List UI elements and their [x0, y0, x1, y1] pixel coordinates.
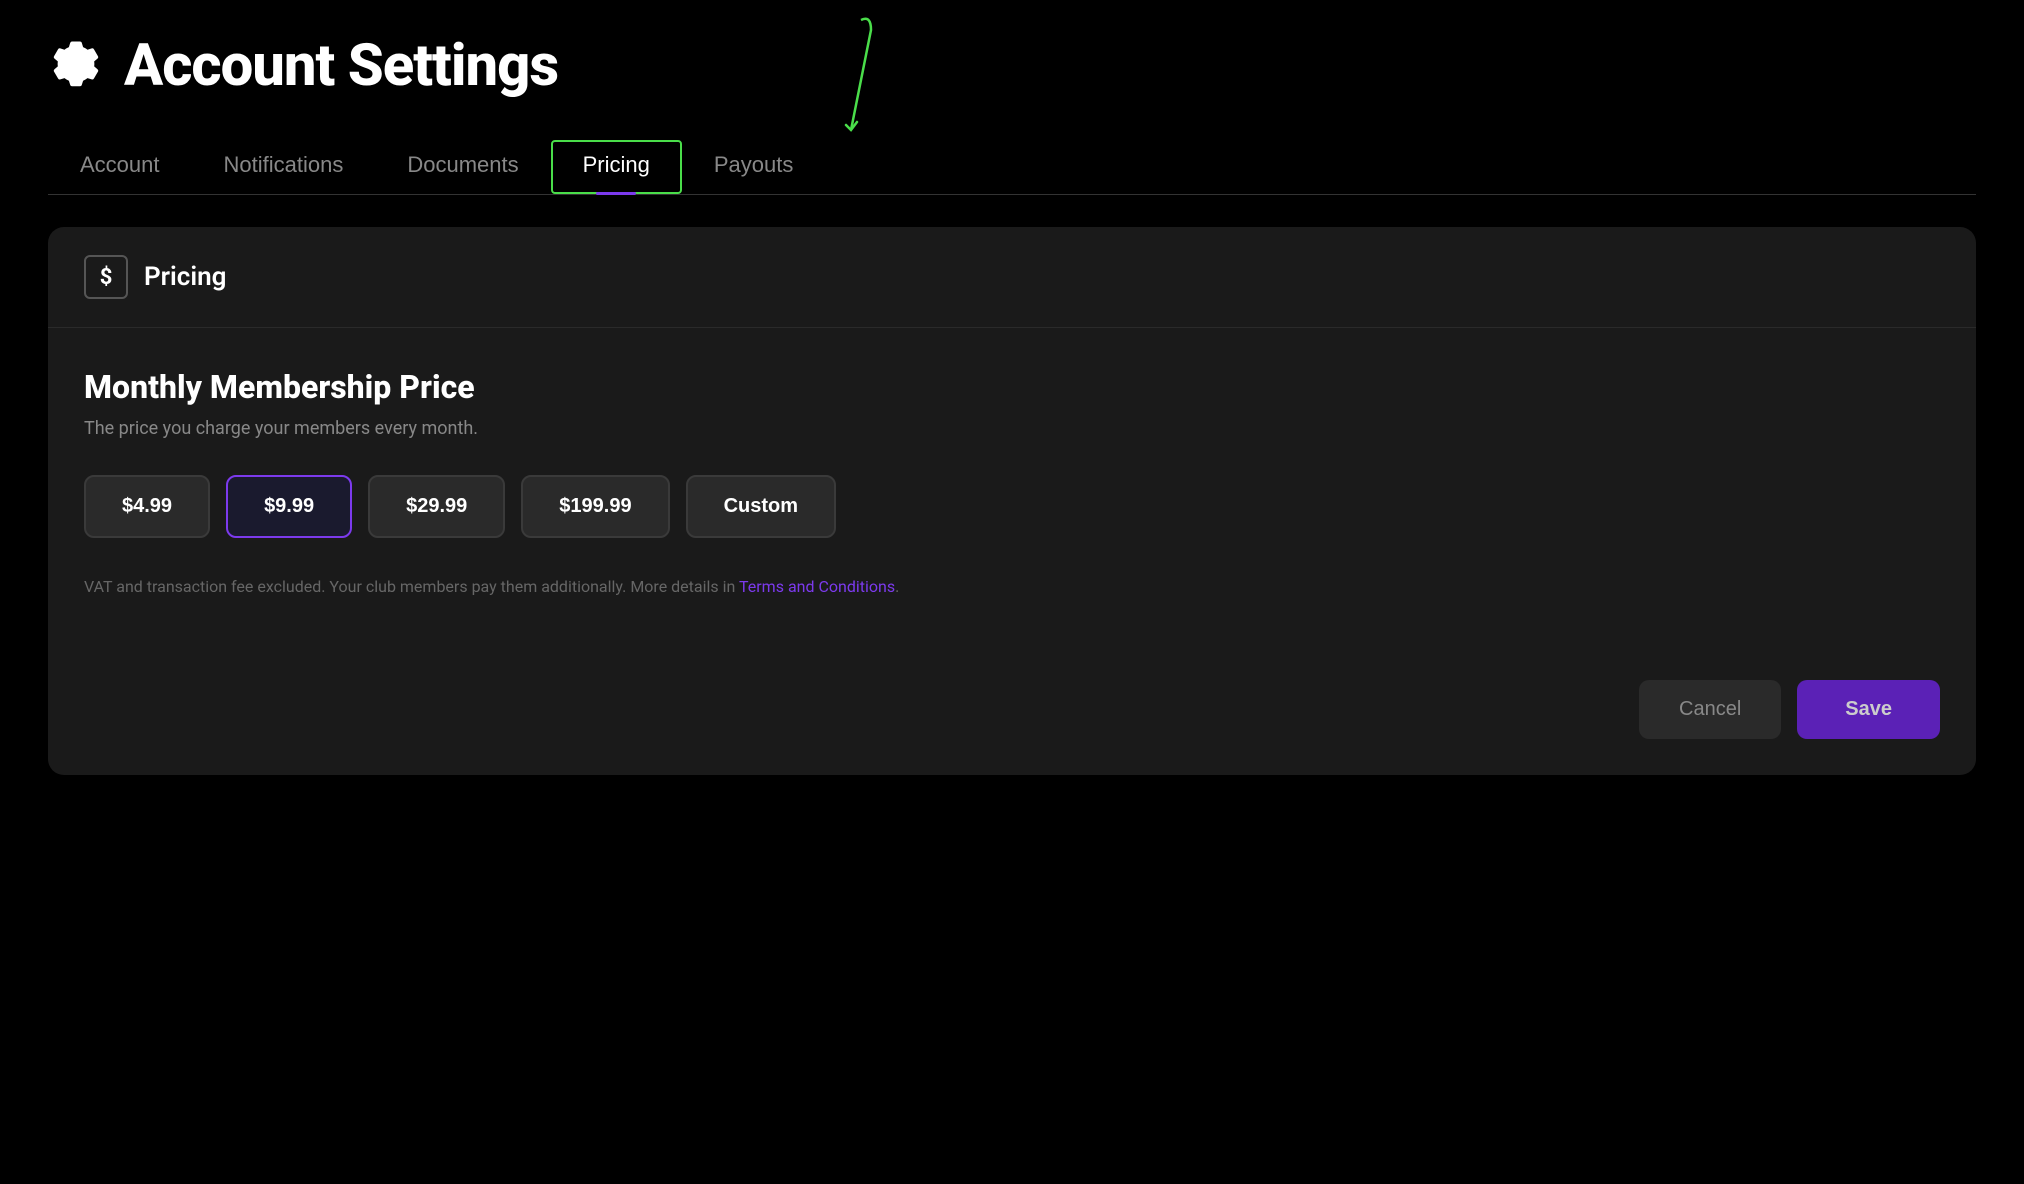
page-container: Account Settings Account Notifications D…	[0, 0, 2024, 1184]
dollar-icon: $	[84, 255, 128, 299]
membership-description: The price you charge your members every …	[84, 418, 1940, 439]
gear-icon	[48, 38, 104, 94]
price-option-custom[interactable]: Custom	[686, 475, 836, 538]
save-button[interactable]: Save	[1797, 680, 1940, 739]
cancel-button[interactable]: Cancel	[1639, 680, 1781, 739]
pricing-card-title: Pricing	[144, 262, 226, 292]
price-option-2999[interactable]: $29.99	[368, 475, 505, 538]
page-header: Account Settings	[48, 32, 1976, 100]
price-options: $4.99 $9.99 $29.99 $199.99 Custom	[84, 475, 1940, 538]
pricing-card-body: Monthly Membership Price The price you c…	[48, 328, 1976, 648]
page-title: Account Settings	[124, 32, 558, 100]
footer-actions: Cancel Save	[48, 648, 1976, 775]
vat-note: VAT and transaction fee excluded. Your c…	[84, 574, 1940, 600]
membership-price-title: Monthly Membership Price	[84, 368, 1940, 406]
pricing-card: $ Pricing Monthly Membership Price The p…	[48, 227, 1976, 775]
pricing-card-header: $ Pricing	[48, 227, 1976, 328]
tab-notifications[interactable]: Notifications	[192, 140, 376, 194]
tab-documents[interactable]: Documents	[375, 140, 550, 194]
tab-pricing[interactable]: Pricing	[551, 140, 682, 194]
terms-link[interactable]: Terms and Conditions	[739, 577, 895, 596]
tabs-nav: Account Notifications Documents Pricing …	[48, 140, 1976, 195]
price-option-999[interactable]: $9.99	[226, 475, 352, 538]
price-option-499[interactable]: $4.99	[84, 475, 210, 538]
tab-account[interactable]: Account	[48, 140, 192, 194]
vat-note-prefix: VAT and transaction fee excluded. Your c…	[84, 577, 739, 596]
tab-payouts[interactable]: Payouts	[682, 140, 826, 194]
tabs-container: Account Notifications Documents Pricing …	[48, 140, 1976, 195]
price-option-19999[interactable]: $199.99	[521, 475, 669, 538]
main-content: $ Pricing Monthly Membership Price The p…	[48, 227, 1976, 1136]
vat-note-suffix: .	[895, 577, 899, 596]
